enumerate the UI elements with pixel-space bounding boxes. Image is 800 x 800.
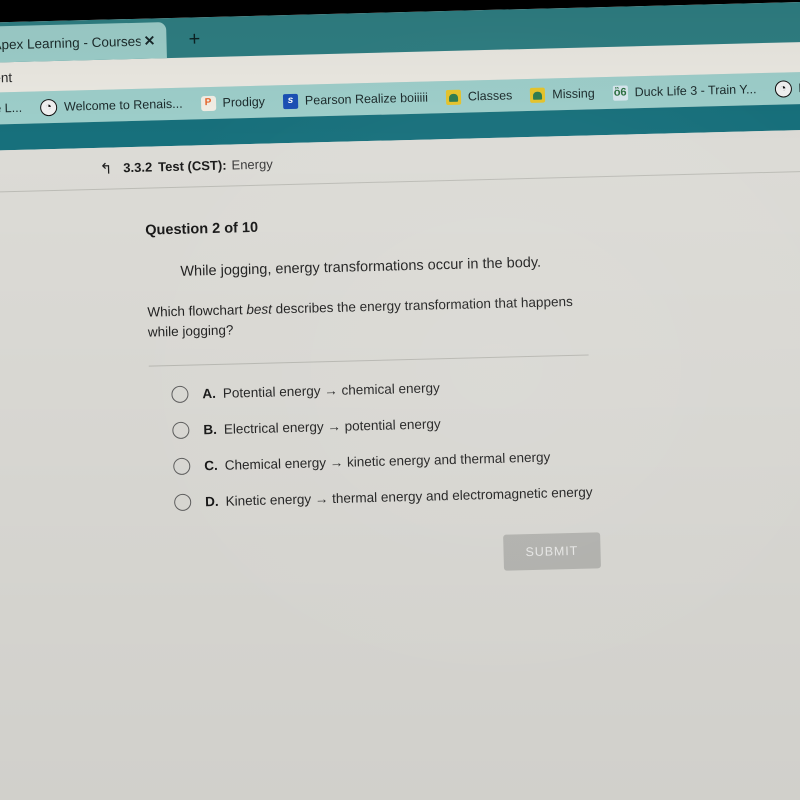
- submit-row: SUBMIT: [153, 525, 800, 579]
- bookmark-item[interactable]: P Prodigy: [191, 92, 274, 113]
- duck-icon: ὂ6: [612, 84, 628, 101]
- radio-button[interactable]: [173, 493, 192, 511]
- bookmark-label: Pearson Realize boiiiii: [304, 90, 429, 108]
- browser-tab-apex-learning[interactable]: Apex Learning - Courses ✕: [0, 22, 167, 64]
- radio-button[interactable]: [172, 421, 190, 439]
- bookmark-item[interactable]: s Pearson Realize boiiiii: [274, 88, 437, 111]
- bookmark-item[interactable]: ὂ6 Duck Life 3 - Train Y...: [603, 79, 765, 102]
- radio-button[interactable]: [173, 457, 191, 475]
- google-classroom-icon: [530, 87, 546, 103]
- tab-title: Apex Learning - Courses: [0, 33, 141, 52]
- new-tab-button[interactable]: +: [182, 27, 207, 52]
- choice-text: Electrical energy → potential energy: [223, 415, 441, 437]
- answer-choice-c[interactable]: C. Chemical energy → kinetic energy and t…: [173, 440, 800, 475]
- choice-text: Chemical energy → kinetic energy and the…: [224, 449, 551, 473]
- bookmark-label: ere L...: [0, 100, 23, 116]
- bookmark-item[interactable]: Classes: [437, 86, 522, 107]
- section-divider: [148, 354, 589, 367]
- choice-text: Kinetic energy → thermal energy and elec…: [225, 483, 593, 509]
- submit-button[interactable]: SUBMIT: [503, 531, 601, 571]
- browser-window: Apex Learning - Courses ✕ + sment ere L.…: [0, 1, 800, 800]
- globe-icon: ◔: [774, 79, 792, 98]
- page-content: ↰ 3.3.2 Test (CST): Energy Question 2 of…: [0, 129, 800, 800]
- prodigy-icon: P: [200, 95, 216, 111]
- question-stem: While jogging, energy transformations oc…: [180, 254, 542, 280]
- answer-choice-a[interactable]: A. Potential energy → chemical energy: [171, 368, 800, 403]
- answer-choice-b[interactable]: B. Electrical energy → potential energy: [172, 404, 800, 439]
- question-container: Question 2 of 10 While jogging, energy t…: [0, 171, 800, 583]
- globe-icon: ◔: [39, 98, 58, 116]
- radio-button[interactable]: [171, 385, 189, 403]
- photo-of-screen: Apex Learning - Courses ✕ + sment ere L.…: [0, 0, 800, 800]
- choice-letter: B.: [203, 421, 218, 437]
- bookmark-item[interactable]: ◔ Welcome to Renais...: [31, 93, 192, 118]
- bookmark-item[interactable]: ere L...: [0, 99, 31, 118]
- choice-letter: D.: [204, 493, 219, 509]
- breadcrumb-type: Test (CST):: [157, 157, 227, 175]
- question-prompt: Which flowchart best describes the energ…: [147, 292, 580, 343]
- breadcrumb-number: 3.3.2: [123, 159, 153, 176]
- bookmark-label: Welcome to Renais...: [63, 96, 183, 114]
- bookmark-label: Missing: [552, 86, 595, 102]
- answer-choice-d[interactable]: D. Kinetic energy → thermal energy and el…: [173, 476, 800, 511]
- close-icon[interactable]: ✕: [140, 31, 158, 49]
- address-bar-text: sment: [0, 69, 13, 86]
- pearson-realize-icon: s: [282, 93, 299, 109]
- return-arrow-icon[interactable]: ↰: [99, 159, 113, 177]
- google-classroom-icon: [445, 89, 462, 105]
- breadcrumb-topic: Energy: [231, 156, 273, 173]
- choice-letter: C.: [204, 457, 218, 473]
- prompt-part-1: Which flowchart: [147, 302, 247, 320]
- bookmark-label: Duck Life 3 - Train Y...: [634, 82, 757, 100]
- question-heading: Question 2 of 10: [145, 219, 259, 239]
- prompt-emphasis: best: [246, 301, 273, 318]
- bookmark-item[interactable]: Missing: [521, 84, 604, 105]
- bookmark-item[interactable]: ◔Pearson eText: [765, 75, 800, 99]
- answer-choice-list: A. Potential energy → chemical energy B. El…: [171, 368, 800, 511]
- choice-letter: A.: [202, 385, 217, 401]
- bookmark-label: Prodigy: [222, 94, 266, 110]
- choice-text: Potential energy → chemical energy: [222, 379, 440, 401]
- bookmark-label: Classes: [467, 88, 513, 104]
